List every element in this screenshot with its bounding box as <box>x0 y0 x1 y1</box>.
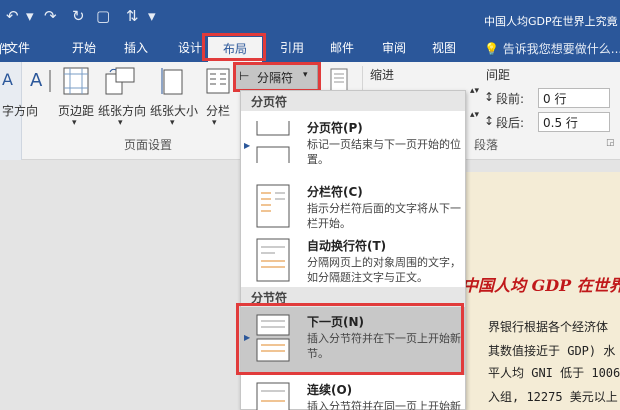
document-icon[interactable]: ▢ <box>96 6 110 26</box>
menu-item-desc: 指示分栏符后面的文字将从下一栏开始。 <box>307 202 461 230</box>
highlight-box-next-page <box>236 303 464 375</box>
text-direction-icon[interactable]: ⇅ <box>126 6 139 26</box>
paper-size-label[interactable]: 纸张大小 <box>150 102 198 119</box>
spacing-before-label: 段前: <box>496 92 525 106</box>
text-direction-icon[interactable]: A <box>28 66 56 94</box>
left-cut-icon-label: A <box>2 70 13 89</box>
tab-review[interactable]: 审阅 <box>382 40 406 56</box>
highlight-box-breaks-button <box>233 62 321 92</box>
spacing-before-field[interactable]: 0 行 <box>538 88 610 108</box>
tab-home[interactable]: 开始 <box>72 40 96 56</box>
column-break-icon <box>256 184 290 228</box>
tab-mailings[interactable]: 邮件 <box>330 40 354 56</box>
orientation-label[interactable]: 纸张方向 <box>98 102 146 119</box>
spacing-after-label: 段后: <box>496 116 525 130</box>
paper-size-icon[interactable] <box>160 66 188 96</box>
paragraph-dialog-launcher-icon[interactable]: ◲ <box>606 138 615 148</box>
spacing-after-field[interactable]: 0.5 行 <box>538 112 610 132</box>
redo-icon[interactable]: ↷ <box>44 6 57 26</box>
menu-item-title: 连续(O) <box>307 383 353 397</box>
menu-item-title: 自动换行符(T) <box>307 239 387 253</box>
paper-size-dropdown-icon[interactable]: ▾ <box>170 118 175 128</box>
document-line: 入组, 12275 美元以上 <box>488 390 618 404</box>
margins-icon[interactable] <box>62 66 92 96</box>
tell-me-box[interactable]: 💡 告诉我您想要做什么... <box>484 40 620 57</box>
menu-item-continuous[interactable]: 连续(O) 插入分节符并在同一页上开始新节。 <box>241 375 465 410</box>
document-title: 中国人均GDP在世界上究竟 <box>484 15 618 28</box>
indent-label: 缩进 <box>370 68 395 82</box>
spacing-after-value: 0.5 行 <box>543 116 578 130</box>
menu-item-text-wrapping[interactable]: 自动换行符(T) 分隔网页上的对象周围的文字，如分隔题注文字与正文。 <box>241 231 465 295</box>
tab-view[interactable]: 视图 <box>432 40 456 56</box>
menu-item-page-break[interactable]: ▶ 分页符(P) 标记一页结束与下一页开始的位置。 <box>241 113 465 177</box>
page-break-icon <box>256 121 290 163</box>
section-header-page-breaks: 分页符 <box>241 91 465 111</box>
lightbulb-icon: 💡 <box>484 42 499 56</box>
columns-icon[interactable] <box>206 68 230 94</box>
margins-label[interactable]: 页边距 <box>58 102 94 119</box>
tell-me-text: 告诉我您想要做什么... <box>502 42 620 56</box>
menu-item-desc: 插入分节符并在同一页上开始新节。 <box>307 400 461 410</box>
spacing-label: 间距 <box>486 68 511 82</box>
document-line: 其数值接近于 GDP) 水 <box>488 344 616 358</box>
continuous-section-icon <box>256 382 290 410</box>
spacing-before-value: 0 行 <box>543 92 567 106</box>
indent-left-spinner-icon[interactable]: ▴▾ <box>470 86 479 96</box>
text-wrapping-icon <box>256 238 290 282</box>
format-painter-icon[interactable]: ↻ <box>72 6 85 26</box>
margins-dropdown-icon[interactable]: ▾ <box>72 118 77 128</box>
ribbon-tab-bar: 文件 开始 插入 设计 布局 引用 邮件 审阅 视图 💡 告诉我您想要做什么..… <box>0 34 620 62</box>
bullet-icon: ▶ <box>244 141 251 150</box>
customize-qat-icon[interactable]: ▾ <box>148 6 156 26</box>
text-direction-label[interactable]: 字方向 <box>2 102 38 119</box>
document-headline: 中国人均 GDP 在世界 <box>462 276 620 295</box>
menu-item-desc: 分隔网页上的对象周围的文字，如分隔题注文字与正文。 <box>307 256 461 284</box>
svg-text:A: A <box>30 70 43 91</box>
columns-label[interactable]: 分栏 <box>206 102 230 119</box>
document-line: 平人均 GNI 低于 1006 <box>488 366 620 380</box>
title-bar: ↶ ▾ ↷ ↻ ▢ ⇅ ▾ 中国人均GDP在世界上究竟 <box>0 0 620 34</box>
tab-insert[interactable]: 插入 <box>124 40 148 56</box>
indent-right-spinner-icon[interactable]: ▴▾ <box>470 110 479 120</box>
spacing-after-icon: ↕ <box>484 114 495 128</box>
left-cut-file-label: 件 <box>0 42 11 56</box>
group-label-page-setup: 页面设置 <box>124 138 173 152</box>
orientation-dropdown-icon[interactable]: ▾ <box>118 118 123 128</box>
menu-item-desc: 标记一页结束与下一页开始的位置。 <box>307 138 461 166</box>
menu-item-title: 分栏符(C) <box>307 185 363 199</box>
undo-icon[interactable]: ↶ <box>6 6 19 26</box>
columns-dropdown-icon[interactable]: ▾ <box>212 118 217 128</box>
tab-references[interactable]: 引用 <box>280 40 304 56</box>
document-line: 界银行根据各个经济体 <box>488 320 609 334</box>
spacing-before-icon: ↕ <box>484 90 495 104</box>
menu-item-title: 分页符(P) <box>307 121 363 135</box>
tab-design[interactable]: 设计 <box>178 40 202 56</box>
line-numbers-icon[interactable] <box>330 68 348 92</box>
highlight-box-layout-tab <box>202 33 266 61</box>
undo-dropdown-icon[interactable]: ▾ <box>26 6 34 26</box>
group-label-paragraph: 段落 <box>474 138 499 152</box>
orientation-icon[interactable] <box>104 66 136 96</box>
